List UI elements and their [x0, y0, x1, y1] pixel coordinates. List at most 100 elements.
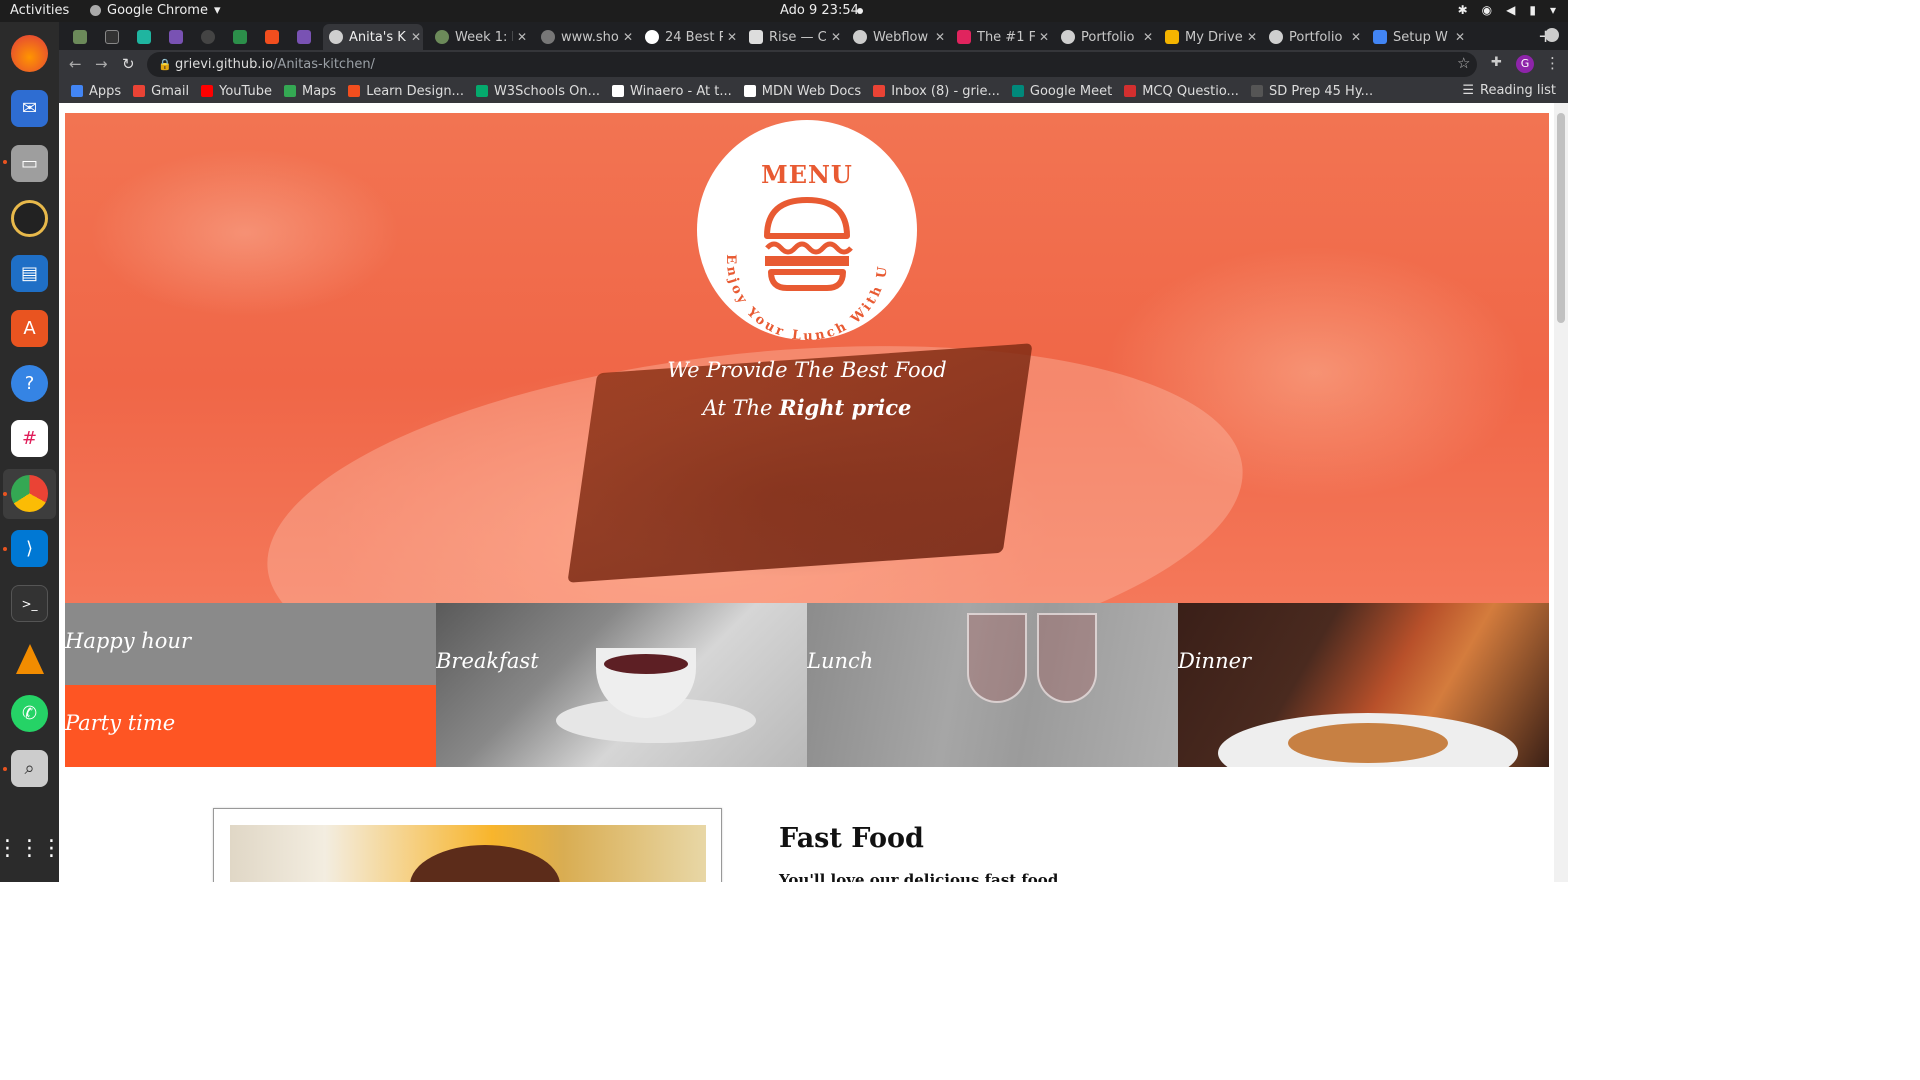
vscode-icon[interactable]: ⟩	[11, 530, 48, 567]
menu-badge[interactable]: MENU Enjoy Your Lunch With Us	[697, 120, 917, 340]
tab[interactable]: Week 1: I ✕	[429, 24, 529, 50]
page-viewport: MENU Enjoy Your Lunch With Us We Provide…	[59, 103, 1568, 882]
address-bar[interactable]: 🔒 grievi.github.io/Anitas-kitchen/	[147, 52, 1477, 77]
reload-button[interactable]: ↻	[122, 55, 135, 73]
system-tray[interactable]: ✱ ◉ ◀ ▮ ▾	[1458, 3, 1556, 17]
tab-active[interactable]: Anita's K ✕	[323, 24, 423, 50]
activities-button[interactable]: Activities	[10, 3, 69, 18]
slack-tray-icon[interactable]: ✱	[1458, 3, 1468, 17]
bookmark-google-meet[interactable]: Google Meet	[1011, 84, 1112, 99]
chrome-dock-icon[interactable]	[11, 475, 48, 512]
tab[interactable]: Portfolio ✕	[1263, 24, 1363, 50]
bookmark-apps[interactable]: Apps	[71, 84, 121, 99]
close-tab-icon[interactable]: ✕	[831, 30, 843, 44]
tagline-line-2: At The Right price	[65, 395, 1549, 420]
reading-list-button[interactable]: ☰ Reading list	[1462, 83, 1556, 98]
vlc-icon[interactable]	[11, 640, 48, 677]
tab-favicon	[297, 30, 311, 44]
bookmark-gmail[interactable]: Gmail	[133, 84, 189, 99]
scrollbar-thumb[interactable]	[1557, 113, 1565, 323]
close-tab-icon[interactable]: ✕	[1455, 30, 1467, 44]
bookmark-learn-design[interactable]: Learn Design...	[348, 84, 464, 99]
close-tab-icon[interactable]: ✕	[1039, 30, 1051, 44]
tab[interactable]: Rise — Cr ✕	[743, 24, 843, 50]
slack-icon[interactable]: #	[11, 420, 48, 457]
close-tab-icon[interactable]: ✕	[935, 30, 947, 44]
tab[interactable]	[227, 24, 257, 50]
thunderbird-icon[interactable]: ✉	[11, 90, 48, 127]
tab[interactable]: 24 Best P ✕	[639, 24, 739, 50]
tab[interactable]	[259, 24, 289, 50]
bookmark-maps[interactable]: Maps	[283, 84, 336, 99]
lock-icon[interactable]: 🔒	[158, 52, 172, 77]
maps-icon	[283, 85, 296, 97]
help-icon[interactable]: ?	[11, 365, 48, 402]
tab-search-icon[interactable]	[1545, 28, 1559, 42]
software-icon[interactable]: A	[11, 310, 48, 347]
tab-favicon	[645, 30, 659, 44]
forward-button[interactable]: →	[95, 55, 108, 73]
app-menu[interactable]: Google Chrome ▾	[90, 3, 221, 18]
bookmark-w3schools[interactable]: W3Schools On...	[475, 83, 601, 99]
bookmark-mcq[interactable]: MCQ Questio...	[1124, 84, 1239, 99]
system-menu-icon[interactable]: ▾	[1550, 3, 1556, 17]
tab[interactable]: www.sho ✕	[535, 24, 635, 50]
rhythmbox-icon[interactable]	[11, 200, 48, 237]
back-button[interactable]: ←	[69, 55, 82, 73]
bookmark-inbox[interactable]: Inbox (8) - grie...	[873, 84, 1000, 99]
extensions-icon[interactable]: ✚	[1491, 55, 1502, 70]
globe-icon	[1269, 30, 1283, 44]
bookmark-winaero[interactable]: Winaero - At t...	[612, 84, 732, 99]
github-icon	[201, 30, 215, 44]
show-apps-icon[interactable]: ⋮⋮⋮	[0, 830, 63, 867]
bookmark-label: SD Prep 45 Hy...	[1268, 83, 1374, 99]
close-tab-icon[interactable]: ✕	[411, 30, 423, 44]
tile-lunch[interactable]: Lunch	[807, 603, 1178, 767]
tab[interactable]	[99, 24, 129, 50]
firefox-icon[interactable]	[11, 35, 48, 72]
tab-title: The #1 Fr	[977, 29, 1035, 45]
terminal-icon[interactable]: >_	[11, 585, 48, 622]
tab[interactable]: Portfolio ✕	[1055, 24, 1155, 50]
whatsapp-icon[interactable]: ✆	[11, 695, 48, 732]
close-tab-icon[interactable]: ✕	[1351, 30, 1363, 44]
tab[interactable]	[291, 24, 321, 50]
tab[interactable]: Webflow ✕	[847, 24, 947, 50]
tab[interactable]	[67, 24, 97, 50]
magnifier-icon[interactable]: ⌕	[11, 750, 48, 787]
tab-title: Rise — Cr	[769, 29, 827, 45]
tab[interactable]: Setup W ✕	[1367, 24, 1467, 50]
bookmark-mdn[interactable]: MDN Web Docs	[743, 84, 861, 99]
running-indicator	[3, 492, 7, 496]
close-tab-icon[interactable]: ✕	[517, 30, 529, 44]
tile-happy-hour[interactable]: Happy hour	[65, 603, 436, 685]
tile-dinner[interactable]: Dinner	[1178, 603, 1549, 767]
close-tab-icon[interactable]: ✕	[623, 30, 635, 44]
close-tab-icon[interactable]: ✕	[727, 30, 739, 44]
tab[interactable]: The #1 Fr ✕	[951, 24, 1051, 50]
close-tab-icon[interactable]: ✕	[1247, 30, 1259, 44]
tile-breakfast[interactable]: Breakfast	[436, 603, 807, 767]
bookmark-youtube[interactable]: YouTube	[201, 84, 272, 99]
clock[interactable]: Ado 9 23:54	[780, 3, 859, 18]
tile-party-time[interactable]: Party time	[65, 685, 436, 767]
bookmark-sd-prep[interactable]: SD Prep 45 Hy...	[1250, 83, 1374, 99]
bookmark-star-icon[interactable]: ☆	[1457, 54, 1470, 72]
tab[interactable]: My Drive ✕	[1159, 24, 1259, 50]
tab-favicon	[105, 30, 119, 44]
close-tab-icon[interactable]: ✕	[1143, 30, 1155, 44]
tile-label: Dinner	[1178, 649, 1252, 673]
tab[interactable]	[195, 24, 225, 50]
profile-avatar[interactable]: G	[1516, 55, 1534, 73]
files-icon[interactable]: ▭	[11, 145, 48, 182]
tab[interactable]	[163, 24, 193, 50]
tab-title: My Drive	[1185, 29, 1243, 45]
writer-icon[interactable]: ▤	[11, 255, 48, 292]
bookmark-label: W3Schools On...	[493, 83, 601, 99]
hero-banner: MENU Enjoy Your Lunch With Us We Provide…	[65, 113, 1549, 603]
volume-icon: ◀	[1506, 3, 1516, 17]
reading-list-icon: ☰	[1462, 83, 1474, 98]
page-scrollbar[interactable]	[1554, 103, 1568, 882]
tab[interactable]	[131, 24, 161, 50]
chrome-menu-icon[interactable]: ⋮	[1545, 54, 1560, 72]
